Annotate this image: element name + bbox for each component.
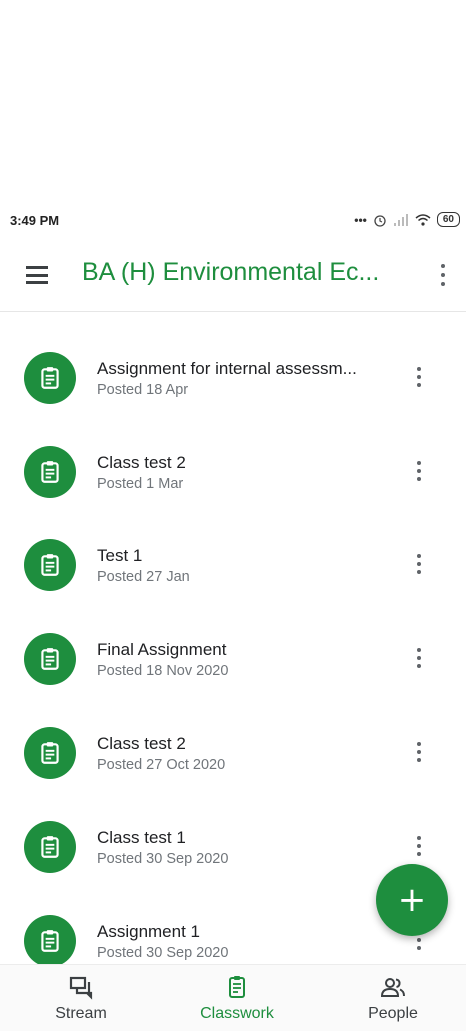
- tab-people[interactable]: People: [338, 973, 448, 1029]
- item-title: Class test 2: [97, 734, 186, 753]
- assignment-icon: [24, 539, 76, 591]
- app-bar: BA (H) Environmental Ec...: [0, 248, 466, 302]
- assignment-icon: [24, 821, 76, 873]
- list-item[interactable]: Test 1 Posted 27 Jan: [0, 517, 466, 611]
- add-icon: +: [397, 880, 427, 920]
- classwork-icon: [229, 976, 245, 998]
- item-title: Class test 2: [97, 453, 186, 472]
- item-posted-date: Posted 30 Sep 2020: [97, 945, 229, 961]
- tab-classwork[interactable]: Classwork: [182, 973, 292, 1029]
- item-posted-date: Posted 18 Nov 2020: [97, 663, 229, 679]
- item-title: Assignment for internal assessm...: [97, 359, 357, 378]
- more-vert-icon[interactable]: [414, 459, 424, 483]
- assignment-icon: [24, 915, 76, 967]
- list-item[interactable]: Class test 2 Posted 1 Mar: [0, 424, 466, 518]
- assignment-icon: [24, 633, 76, 685]
- people-icon: [380, 978, 405, 997]
- more-dots-icon: •••: [354, 212, 367, 227]
- more-vert-icon[interactable]: [438, 261, 448, 289]
- item-posted-date: Posted 30 Sep 2020: [97, 851, 229, 867]
- item-title: Test 1: [97, 546, 143, 565]
- item-posted-date: Posted 1 Mar: [97, 476, 184, 492]
- list-item[interactable]: Assignment for internal assessm... Poste…: [0, 330, 466, 424]
- status-bar: 3:49 PM ••• 60: [0, 206, 466, 236]
- item-title: Final Assignment: [97, 640, 227, 659]
- bottom-navigation: Stream Classwork People: [0, 964, 466, 1031]
- wifi-icon: [415, 213, 431, 226]
- tab-stream[interactable]: Stream: [26, 973, 136, 1029]
- tab-stream-label: Stream: [55, 1005, 107, 1022]
- alarm-icon: [374, 214, 386, 227]
- menu-icon[interactable]: [26, 263, 54, 287]
- stream-icon: [69, 976, 93, 1000]
- more-vert-icon[interactable]: [414, 834, 424, 858]
- status-icons: ••• 60: [354, 212, 460, 227]
- more-vert-icon[interactable]: [414, 365, 424, 389]
- more-vert-icon[interactable]: [414, 552, 424, 576]
- tab-people-label: People: [368, 1005, 418, 1022]
- list-item[interactable]: Final Assignment Posted 18 Nov 2020: [0, 611, 466, 705]
- add-button[interactable]: +: [376, 864, 448, 936]
- status-time: 3:49 PM: [10, 213, 60, 228]
- item-posted-date: Posted 27 Jan: [97, 569, 190, 585]
- tab-classwork-label: Classwork: [200, 1005, 274, 1022]
- divider: [0, 311, 466, 312]
- more-vert-icon[interactable]: [414, 740, 424, 764]
- item-posted-date: Posted 27 Oct 2020: [97, 757, 226, 773]
- assignment-icon: [24, 727, 76, 779]
- assignment-icon: [24, 446, 76, 498]
- item-title: Class test 1: [97, 828, 186, 847]
- more-vert-icon[interactable]: [414, 646, 424, 670]
- list-item[interactable]: Class test 2 Posted 27 Oct 2020: [0, 705, 466, 799]
- page-title: BA (H) Environmental Ec...: [82, 258, 380, 286]
- item-posted-date: Posted 18 Apr: [97, 382, 189, 398]
- assignment-icon: [24, 352, 76, 404]
- signal-icon: [393, 213, 408, 226]
- item-title: Assignment 1: [97, 922, 200, 941]
- battery-indicator: 60: [436, 212, 460, 227]
